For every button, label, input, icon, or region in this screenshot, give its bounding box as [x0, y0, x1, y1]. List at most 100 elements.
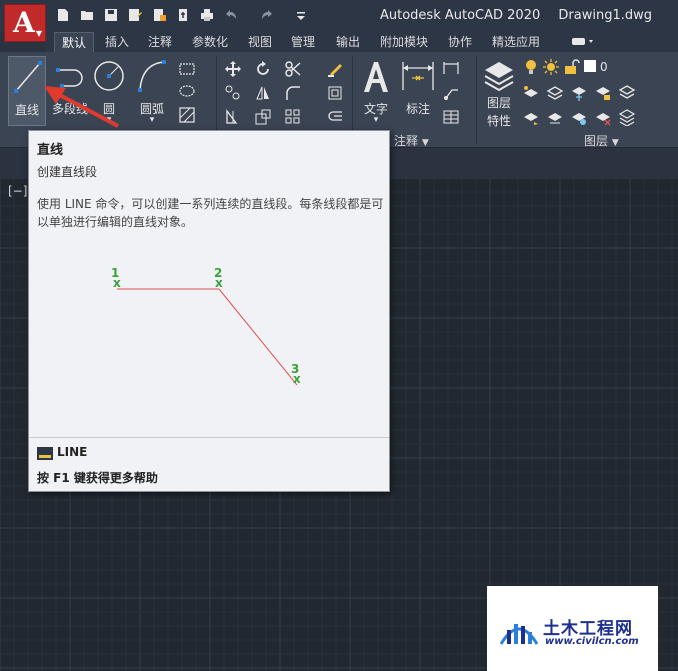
leader-icon[interactable] — [442, 84, 460, 102]
dimension-tool-label: 标注 — [405, 102, 430, 116]
web-save-icon[interactable] — [152, 8, 166, 22]
undo-icon[interactable] — [224, 8, 238, 22]
diagram-point-1-label: 1 — [111, 266, 119, 280]
ribbon-separator — [476, 56, 477, 144]
window-title: Autodesk AutoCAD 2020 Drawing1.dwg — [380, 8, 666, 23]
array-icon[interactable] — [284, 108, 302, 126]
copy-icon[interactable] — [224, 84, 242, 102]
layer-properties-label-2: 特性 — [486, 114, 511, 128]
diagram-point-3-label: 3 — [291, 362, 299, 376]
rectangle-icon[interactable] — [178, 60, 196, 78]
layer-lock-icon[interactable] — [594, 84, 612, 102]
customize-icon[interactable] — [294, 8, 308, 22]
layer-merge-icon[interactable] — [570, 108, 588, 126]
layer-properties-button[interactable]: 图层 特性 — [480, 56, 518, 128]
save-as-icon[interactable] — [128, 8, 142, 22]
watermark-url: www.civilcn.com — [545, 636, 639, 647]
panel-toggle-icon[interactable] — [570, 33, 596, 51]
layer-match-icon[interactable] — [618, 84, 636, 102]
print-icon[interactable] — [200, 8, 214, 22]
tab-view[interactable]: 视图 — [241, 32, 279, 52]
hatch-icon[interactable] — [178, 82, 196, 100]
application-menu-button[interactable]: A ▼ — [4, 4, 46, 42]
rotate-icon[interactable] — [254, 60, 272, 78]
tab-default[interactable]: 默认 — [54, 32, 95, 52]
tooltip-command: LINE — [57, 445, 88, 459]
tab-collaborate[interactable]: 协作 — [441, 32, 479, 52]
tab-addins[interactable]: 附加模块 — [373, 32, 435, 52]
mirror-icon[interactable] — [254, 84, 272, 102]
tab-manage[interactable]: 管理 — [284, 32, 322, 52]
tab-output[interactable]: 输出 — [329, 32, 367, 52]
layer-panel-text: 图层 — [584, 134, 609, 148]
annotation-panel-text: 注释 — [394, 134, 419, 148]
dimension-icon — [402, 62, 434, 90]
linear-dim-icon[interactable] — [442, 60, 460, 78]
layer-panel-label[interactable]: 图层 ▼ — [584, 132, 619, 149]
tab-annotate[interactable]: 注释 — [141, 32, 179, 52]
current-layer-name[interactable]: 0 — [600, 60, 608, 74]
layer-properties-icon — [484, 62, 514, 92]
tooltip-help: 按 F1 键获得更多帮助 — [37, 471, 158, 485]
chevron-down-icon[interactable]: ▾ — [132, 115, 172, 125]
dimension-tool-button[interactable]: 标注 — [398, 56, 438, 126]
arc-tool-button[interactable]: 圆弧 ▾ — [132, 56, 172, 126]
tooltip-title: 直线 — [37, 143, 64, 158]
diagram-point-2-label: 2 — [214, 266, 222, 280]
redo-icon[interactable] — [260, 8, 274, 22]
app-logo-letter: A — [13, 6, 35, 39]
annotation-panel-label[interactable]: 注释 ▼ — [394, 132, 429, 149]
tab-insert[interactable]: 插入 — [98, 32, 136, 52]
publish-icon[interactable] — [176, 8, 190, 22]
tooltip-subtitle: 创建直线段 — [37, 165, 98, 179]
layer-previous-icon[interactable] — [522, 108, 540, 126]
text-tool-button[interactable]: 文字 ▾ — [358, 56, 394, 126]
title-bar: Autodesk AutoCAD 2020 Drawing1.dwg — [0, 0, 678, 32]
diagram-segment-2 — [218, 288, 298, 386]
chevron-down-icon: ▼ — [421, 138, 429, 148]
color-swatch-icon[interactable] — [582, 58, 600, 76]
stretch-icon[interactable] — [224, 108, 242, 126]
layer-delete-icon[interactable] — [594, 108, 612, 126]
new-icon[interactable] — [56, 8, 70, 22]
tooltip-description: 使用 LINE 命令，可以创建一系列连续的直线段。每条线段都是可以单独进行编辑的… — [37, 197, 384, 229]
layer-off-icon[interactable] — [522, 84, 540, 102]
offset-icon[interactable] — [326, 84, 344, 102]
gradient-icon[interactable] — [178, 106, 196, 124]
command-line-icon — [37, 447, 53, 460]
site-watermark: 土木工程网 www.civilcn.com — [487, 586, 658, 671]
civilcn-logo — [499, 624, 539, 645]
erase-icon[interactable] — [326, 60, 344, 78]
tab-parametric[interactable]: 参数化 — [185, 32, 235, 52]
document-name: Drawing1.dwg — [558, 8, 652, 23]
line-example-diagram: x x x 1 2 3 — [111, 266, 301, 386]
layer-properties-label-1: 图层 — [486, 96, 511, 110]
table-icon[interactable] — [442, 108, 460, 126]
chevron-down-icon: ▼ — [611, 138, 619, 148]
layer-isolate-icon[interactable] — [546, 84, 564, 102]
chevron-down-icon: ▼ — [35, 29, 42, 38]
tab-featured-apps[interactable]: 精选应用 — [485, 32, 547, 52]
trim-icon[interactable] — [284, 60, 302, 78]
layer-states-icon[interactable] — [618, 108, 636, 126]
line-icon — [14, 61, 42, 93]
autocad-window: Autodesk AutoCAD 2020 Drawing1.dwg A ▼ 默… — [0, 0, 678, 671]
open-icon[interactable] — [80, 8, 94, 22]
layer-freeze-icon[interactable] — [570, 84, 588, 102]
app-name: Autodesk AutoCAD 2020 — [380, 8, 541, 23]
ribbon-tabs: 默认 插入 注释 参数化 视图 管理 输出 附加模块 协作 精选应用 — [46, 32, 678, 52]
text-icon — [364, 62, 388, 92]
scale-icon[interactable] — [254, 108, 272, 126]
save-icon[interactable] — [104, 8, 118, 22]
sun-icon[interactable] — [542, 58, 560, 76]
fillet-icon[interactable] — [284, 84, 302, 102]
move-icon[interactable] — [224, 60, 242, 78]
viewport-control[interactable]: [−] — [8, 184, 27, 198]
tooltip-divider — [29, 437, 389, 438]
join-icon[interactable] — [326, 108, 344, 126]
layer-walk-icon[interactable] — [546, 108, 564, 126]
arc-icon — [138, 60, 166, 92]
lightbulb-icon[interactable] — [522, 58, 540, 76]
red-arrow-annotation — [44, 86, 119, 128]
unlock-icon[interactable] — [562, 58, 580, 76]
